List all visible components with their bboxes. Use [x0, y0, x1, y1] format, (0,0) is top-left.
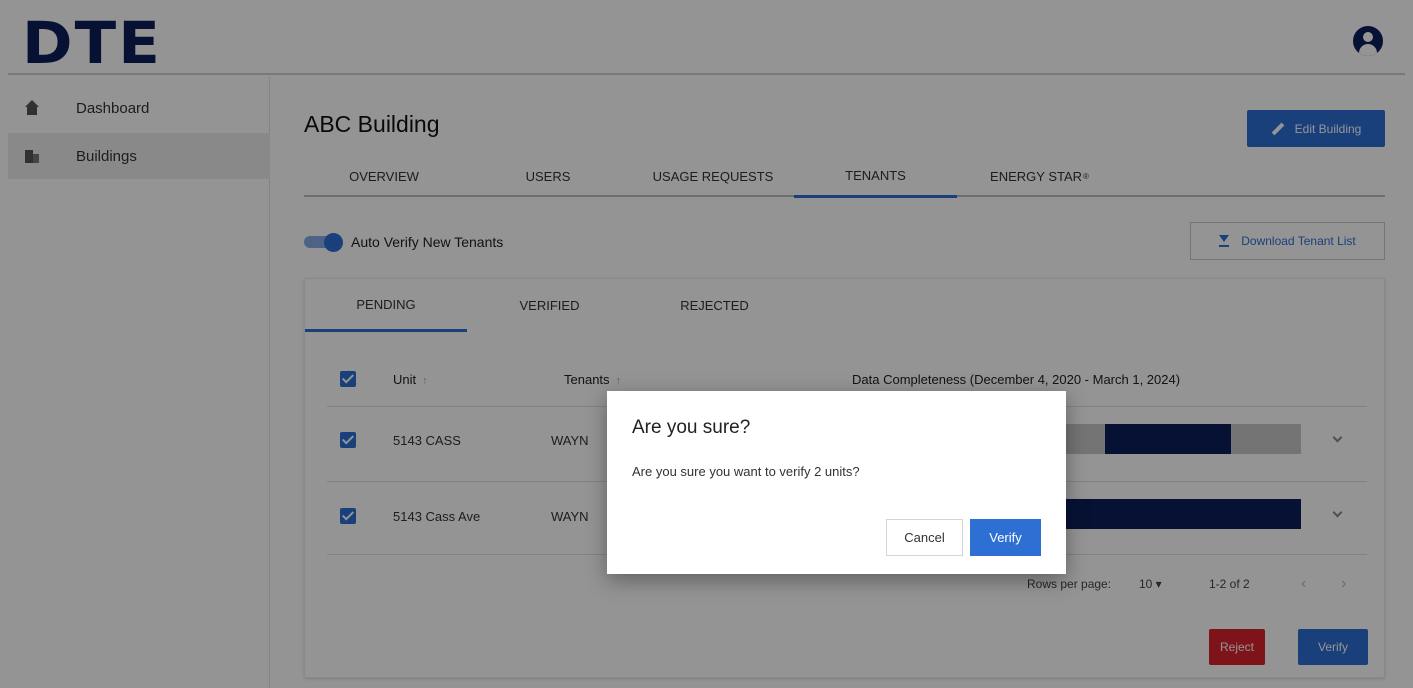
confirm-dialog: Are you sure? Are you sure you want to v… — [607, 391, 1066, 574]
cancel-button[interactable]: Cancel — [886, 519, 963, 556]
confirm-verify-button[interactable]: Verify — [970, 519, 1041, 556]
app-root: DTE Dashboard Buildings ABC Building Edi… — [0, 0, 1413, 688]
dialog-title: Are you sure? — [632, 417, 751, 438]
dialog-message: Are you sure you want to verify 2 units? — [632, 464, 860, 479]
modal-backdrop[interactable] — [0, 0, 1413, 688]
